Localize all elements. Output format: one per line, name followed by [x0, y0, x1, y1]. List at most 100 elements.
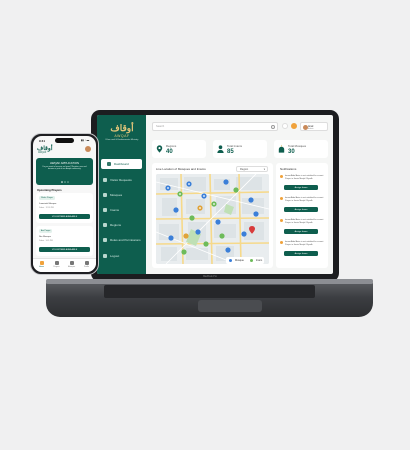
dashboard-screen: أوقاف AWQAF Khos and & Endowments Minist…: [97, 115, 333, 274]
search-placeholder: Search: [156, 125, 165, 128]
notification-item: Imam Abdul Azim is not satisfied for cur…: [280, 197, 324, 217]
language-flag-icon[interactable]: [291, 123, 297, 129]
logo-wordmark: AWQAF: [114, 134, 130, 138]
stat-value: 40: [166, 149, 173, 155]
sidebar-item-label: Logout: [110, 254, 120, 258]
person-icon: [103, 208, 107, 212]
alert-dot-icon: [280, 219, 283, 222]
selected-pin: [249, 226, 255, 234]
region-pin-icon: [156, 145, 163, 153]
logo-tagline: Khos and & Endowments Ministry: [105, 139, 139, 141]
mosque-marker: [165, 179, 259, 253]
tab-profile[interactable]: Profile: [80, 261, 93, 268]
stat-card-regions: Regions 40: [152, 140, 206, 158]
sidebar-item-label: Visitor Requests: [110, 178, 132, 182]
tab-label: Prayers: [53, 266, 60, 268]
search-input[interactable]: Search: [152, 122, 278, 131]
imam-icon: [217, 145, 224, 154]
app-logo-arabic: أوقاف: [37, 146, 53, 152]
imam-marker: [177, 187, 239, 255]
hero-title: AWQAF APPLICATION: [49, 161, 80, 165]
alert-dot-icon: [280, 241, 283, 244]
stat-label: Total Mosques: [288, 144, 307, 148]
grid-icon: [107, 162, 111, 166]
region-select-value: Region: [240, 167, 249, 171]
sidebar-item-label: Mosques: [110, 193, 123, 197]
map-panel: Live Location of Mosques and Imams Regio…: [152, 163, 273, 268]
map-icon: [103, 223, 107, 227]
tab-label: Mosques: [67, 266, 76, 268]
prayer-card: Asr Prayer Nur Mosque Dubai · 3:45 PM VO…: [36, 226, 93, 256]
bottom-tab-bar: Home Prayers Mosques Profile: [33, 258, 96, 272]
keyboard: [104, 285, 315, 298]
status-time: 9:41: [39, 139, 46, 143]
avatar: [302, 124, 308, 130]
imam-legend-icon: [249, 259, 253, 262]
prayer-meta: Dubai · 3:45 PM: [39, 240, 53, 242]
region-select[interactable]: Region ▾: [236, 166, 268, 172]
legend-label: Imam: [255, 259, 263, 262]
notification-text: Imam Abdul Azim is not satisfied for cur…: [285, 197, 324, 202]
notifications-title: Notifications: [280, 167, 297, 171]
sidebar-item-label: Roles and Permissions: [110, 238, 141, 242]
topbar: Search Arad Admin: [152, 121, 328, 133]
sidebar-item-mosques[interactable]: Mosques: [97, 190, 146, 200]
sidebar-item-visitor-requests[interactable]: Visitor Requests: [97, 175, 146, 185]
user-role: Admin: [308, 127, 314, 130]
avatar[interactable]: [85, 146, 91, 152]
map-title: Live Location of Mosques and Imams: [156, 167, 206, 171]
dynamic-island: [55, 138, 74, 143]
chevron-down-icon: ▾: [263, 167, 265, 171]
stat-card-imams: Total Imams 85: [213, 140, 267, 158]
tab-mosques[interactable]: Mosques: [65, 261, 78, 268]
sidebar-item-roles-permissions[interactable]: Roles and Permissions: [97, 235, 146, 245]
notification-text: Imam Abdul Azim is not satisfied for cur…: [285, 241, 324, 246]
prayer-icon: [54, 261, 59, 265]
notification-text: Imam Abdul Azim is not satisfied for cur…: [285, 175, 324, 180]
map-canvas[interactable]: [156, 174, 269, 264]
notifications-panel: Notifications Imam Abdul Azim is not sat…: [276, 163, 328, 268]
stat-card-mosques: Total Mosques 30: [274, 140, 328, 158]
mosque-icon: [103, 193, 107, 197]
bell-icon[interactable]: [282, 123, 288, 129]
assign-imam-button[interactable]: Assign Imam: [284, 207, 318, 212]
status-icons: ▮▮ ◔ ▬: [81, 139, 90, 142]
notification-text: Imam Abdul Azim is not satisfied for cur…: [285, 219, 324, 224]
logout-icon: [103, 254, 107, 258]
sidebar-item-logout[interactable]: Logout: [97, 251, 146, 261]
prayer-card: Dhuhr Prayer Jumeirah Mosque Dubai · 12:…: [36, 193, 93, 223]
search-icon: [271, 125, 275, 129]
mosque-name: Jumeirah Mosque: [39, 203, 57, 205]
assign-imam-button[interactable]: Assign Imam: [284, 251, 318, 256]
users-icon: [103, 178, 107, 182]
app-logo-wordmark: AWQAF: [38, 152, 47, 154]
volunteer-button[interactable]: VOLUNTEER AVAILABLE: [39, 247, 90, 252]
assign-imam-button[interactable]: Assign Imam: [284, 229, 318, 234]
tab-prayers[interactable]: Prayers: [50, 261, 63, 268]
tab-label: Profile: [83, 266, 90, 268]
volunteer-button[interactable]: VOLUNTEER AVAILABLE: [39, 214, 90, 219]
laptop-label: MacBook Pro: [203, 276, 217, 278]
mobile-app-screen: 9:41 ▮▮ ◔ ▬ أوقاف AWQAF AWQAF APPLICATIO…: [33, 136, 96, 272]
logo-arabic: أوقاف: [110, 123, 134, 133]
sidebar-item-label: Dashboard: [114, 162, 129, 166]
notification-item: Imam Abdul Azim is not satisfied for cur…: [280, 175, 324, 195]
stat-label: Regions: [166, 144, 177, 148]
profile-icon: [84, 261, 89, 265]
carousel-dots: [61, 181, 69, 183]
map-markers: [165, 179, 259, 255]
laptop-hinge: [46, 279, 373, 284]
sidebar-item-imams[interactable]: Imams: [97, 205, 146, 215]
hero-banner: AWQAF APPLICATION Do you want to become …: [36, 158, 93, 185]
user-menu[interactable]: Arad Admin: [300, 122, 328, 131]
sidebar-item-regions[interactable]: Regions: [97, 220, 146, 230]
tab-home[interactable]: Home: [35, 261, 48, 268]
map-legend: Mosque Imam: [226, 257, 264, 264]
section-title: Upcoming Prayers: [37, 188, 62, 192]
sidebar-item-dashboard[interactable]: Dashboard: [101, 159, 142, 169]
shield-icon: [103, 238, 107, 242]
prayer-chip: Asr Prayer: [39, 229, 53, 233]
stat-label: Total Imams: [227, 144, 243, 148]
hero-text: Do you want to become an Imam? Register …: [42, 166, 87, 171]
assign-imam-button[interactable]: Assign Imam: [284, 185, 318, 190]
